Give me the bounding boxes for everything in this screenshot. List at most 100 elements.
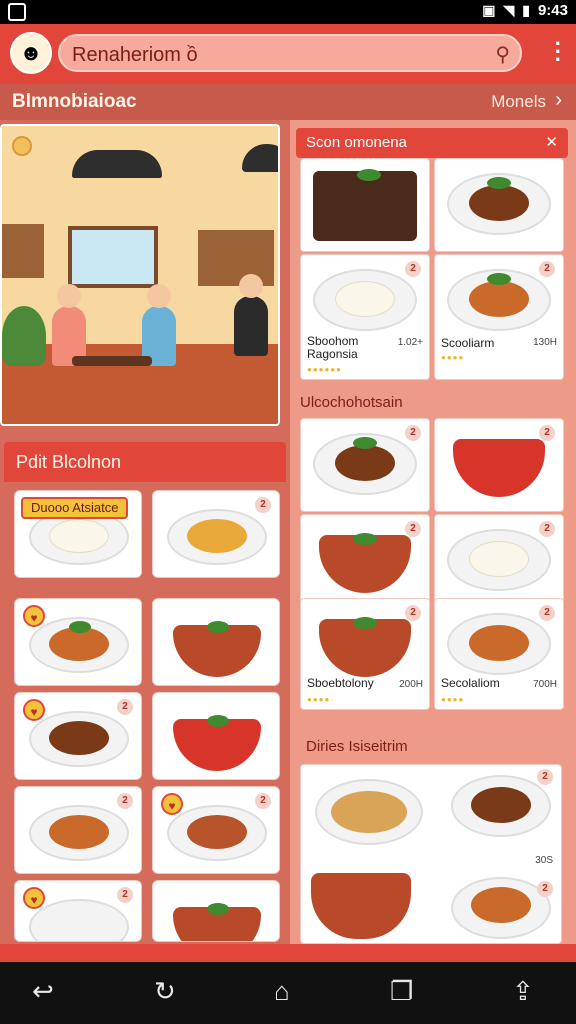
rating-stars: ●●●● [307, 695, 331, 704]
diner-head [57, 284, 81, 308]
more-link[interactable]: Monels [491, 92, 546, 112]
rating-stars: ●●●● [441, 353, 465, 362]
dish-card-large[interactable]: 2 30S 2 [300, 764, 562, 944]
dish-name: Scooliarm [441, 336, 495, 350]
right-section-header: Scon omonena ✕ [296, 128, 568, 158]
count-badge: 2 [539, 605, 555, 621]
dish-price: 1.02+ [397, 337, 423, 348]
dish-card[interactable]: ♥ 2 [152, 786, 280, 874]
dish-card[interactable]: 2 [434, 418, 564, 512]
bowl-icon [311, 873, 411, 939]
bowl-icon [453, 439, 545, 497]
dish-card[interactable]: 2 Scooliarm 130H ●●●● [434, 254, 564, 380]
dish-image [335, 281, 395, 317]
dish-image [469, 541, 529, 577]
dish-card[interactable] [152, 692, 280, 780]
dish-card[interactable]: 2 [300, 418, 430, 512]
plate-icon [29, 899, 129, 941]
sun-icon [12, 136, 32, 156]
garnish-icon [353, 437, 377, 449]
dish-image [469, 281, 529, 317]
diner-illustration [234, 296, 268, 356]
left-section-title: Pdit Blcolnon [16, 452, 122, 472]
search-input[interactable]: Renaheriom ồ [72, 44, 198, 67]
count-badge: 2 [405, 425, 421, 441]
count-badge: 2 [539, 425, 555, 441]
dish-card[interactable]: 2 Sboebtolony 200H ●●●● [300, 598, 430, 710]
garnish-icon [69, 621, 91, 633]
count-badge: 2 [537, 881, 553, 897]
count-badge: 2 [405, 521, 421, 537]
dish-image [49, 815, 109, 849]
dish-name: Sboebtolony [307, 676, 374, 690]
table-illustration [72, 356, 152, 366]
dish-card[interactable]: Duooo Atsiatce [14, 490, 142, 578]
wifi-icon: ◥ [503, 2, 515, 18]
dish-image [313, 171, 417, 241]
dish-image [469, 185, 529, 221]
section-header: Blmnobiaioac Monels › [0, 84, 576, 120]
dish-card[interactable]: 2 Secolaliom 700H ●●●● [434, 598, 564, 710]
count-badge: 2 [405, 261, 421, 277]
close-icon[interactable]: ✕ [545, 133, 558, 151]
home-icon[interactable]: ⌂ [274, 976, 290, 1007]
dish-image [471, 887, 531, 923]
dish-card[interactable] [152, 880, 280, 942]
section-title: Blmnobiaioac [12, 91, 137, 112]
dish-image [49, 519, 109, 553]
shelf-illustration [2, 224, 44, 278]
right-section-title: Scon omonena [306, 134, 407, 151]
count-badge: 2 [539, 261, 555, 277]
rotate-icon[interactable]: ↻ [154, 976, 176, 1007]
plant-illustration [2, 306, 46, 366]
garnish-icon [487, 273, 511, 285]
count-badge: 2 [539, 521, 555, 537]
garnish-icon [207, 621, 229, 633]
favorite-icon[interactable]: ♥ [23, 887, 45, 909]
dish-name: Secolaliom [441, 676, 500, 690]
app-header: ☻ Renaheriom ồ ⚲ · · · [0, 24, 576, 84]
right-section-title: Diries Isiseitrim [306, 738, 408, 755]
favorite-icon[interactable]: ♥ [23, 699, 45, 721]
recents-icon[interactable]: ❐ [390, 976, 413, 1007]
count-badge: 2 [117, 793, 133, 809]
dish-card[interactable]: 2 Sboohom Ragonsia 1.02+ ●●●●●● [300, 254, 430, 380]
dish-card[interactable]: 2 [300, 514, 430, 606]
dish-card[interactable]: 2 [152, 490, 280, 578]
dish-price: 700H [533, 679, 557, 690]
garnish-icon [487, 177, 511, 189]
dish-card[interactable]: ♥ [14, 598, 142, 686]
nav-divider [0, 944, 576, 962]
chevron-right-icon[interactable]: › [555, 89, 562, 112]
dish-card[interactable] [152, 598, 280, 686]
dish-card[interactable]: ♥ 2 [14, 880, 142, 942]
dish-card[interactable]: 2 [14, 786, 142, 874]
search-bar[interactable]: Renaheriom ồ ⚲ [58, 34, 522, 72]
restaurant-hero-illustration[interactable] [0, 124, 280, 426]
dish-image [187, 815, 247, 849]
back-icon[interactable]: ↩ [32, 976, 54, 1007]
count-badge: 2 [255, 793, 271, 809]
garnish-icon [353, 533, 377, 545]
count-badge: 2 [117, 699, 133, 715]
favorite-icon[interactable]: ♥ [23, 605, 45, 627]
dish-image [469, 625, 529, 661]
rating-stars: ●●●●●● [307, 365, 342, 374]
left-section-header: Pdit Blcolnon [4, 442, 286, 482]
dish-card[interactable] [434, 158, 564, 252]
status-bar: ▣ ◥ ▮ 9:43 [0, 0, 576, 24]
diner-head [239, 274, 263, 298]
status-time: 9:43 [537, 2, 568, 19]
dish-card[interactable] [300, 158, 430, 252]
lamp-icon [72, 150, 162, 178]
garnish-icon [207, 903, 229, 915]
kebab-menu-icon[interactable]: · · · [555, 33, 562, 71]
dish-image [331, 791, 407, 833]
dish-card[interactable]: 2 [434, 514, 564, 606]
dish-card[interactable]: ♥ 2 [14, 692, 142, 780]
favorite-icon[interactable]: ♥ [161, 793, 183, 815]
chef-avatar-icon[interactable]: ☻ [10, 32, 52, 74]
share-icon[interactable]: ⇪ [512, 976, 534, 1007]
count-badge: 2 [117, 887, 133, 903]
search-icon[interactable]: ⚲ [495, 42, 510, 67]
